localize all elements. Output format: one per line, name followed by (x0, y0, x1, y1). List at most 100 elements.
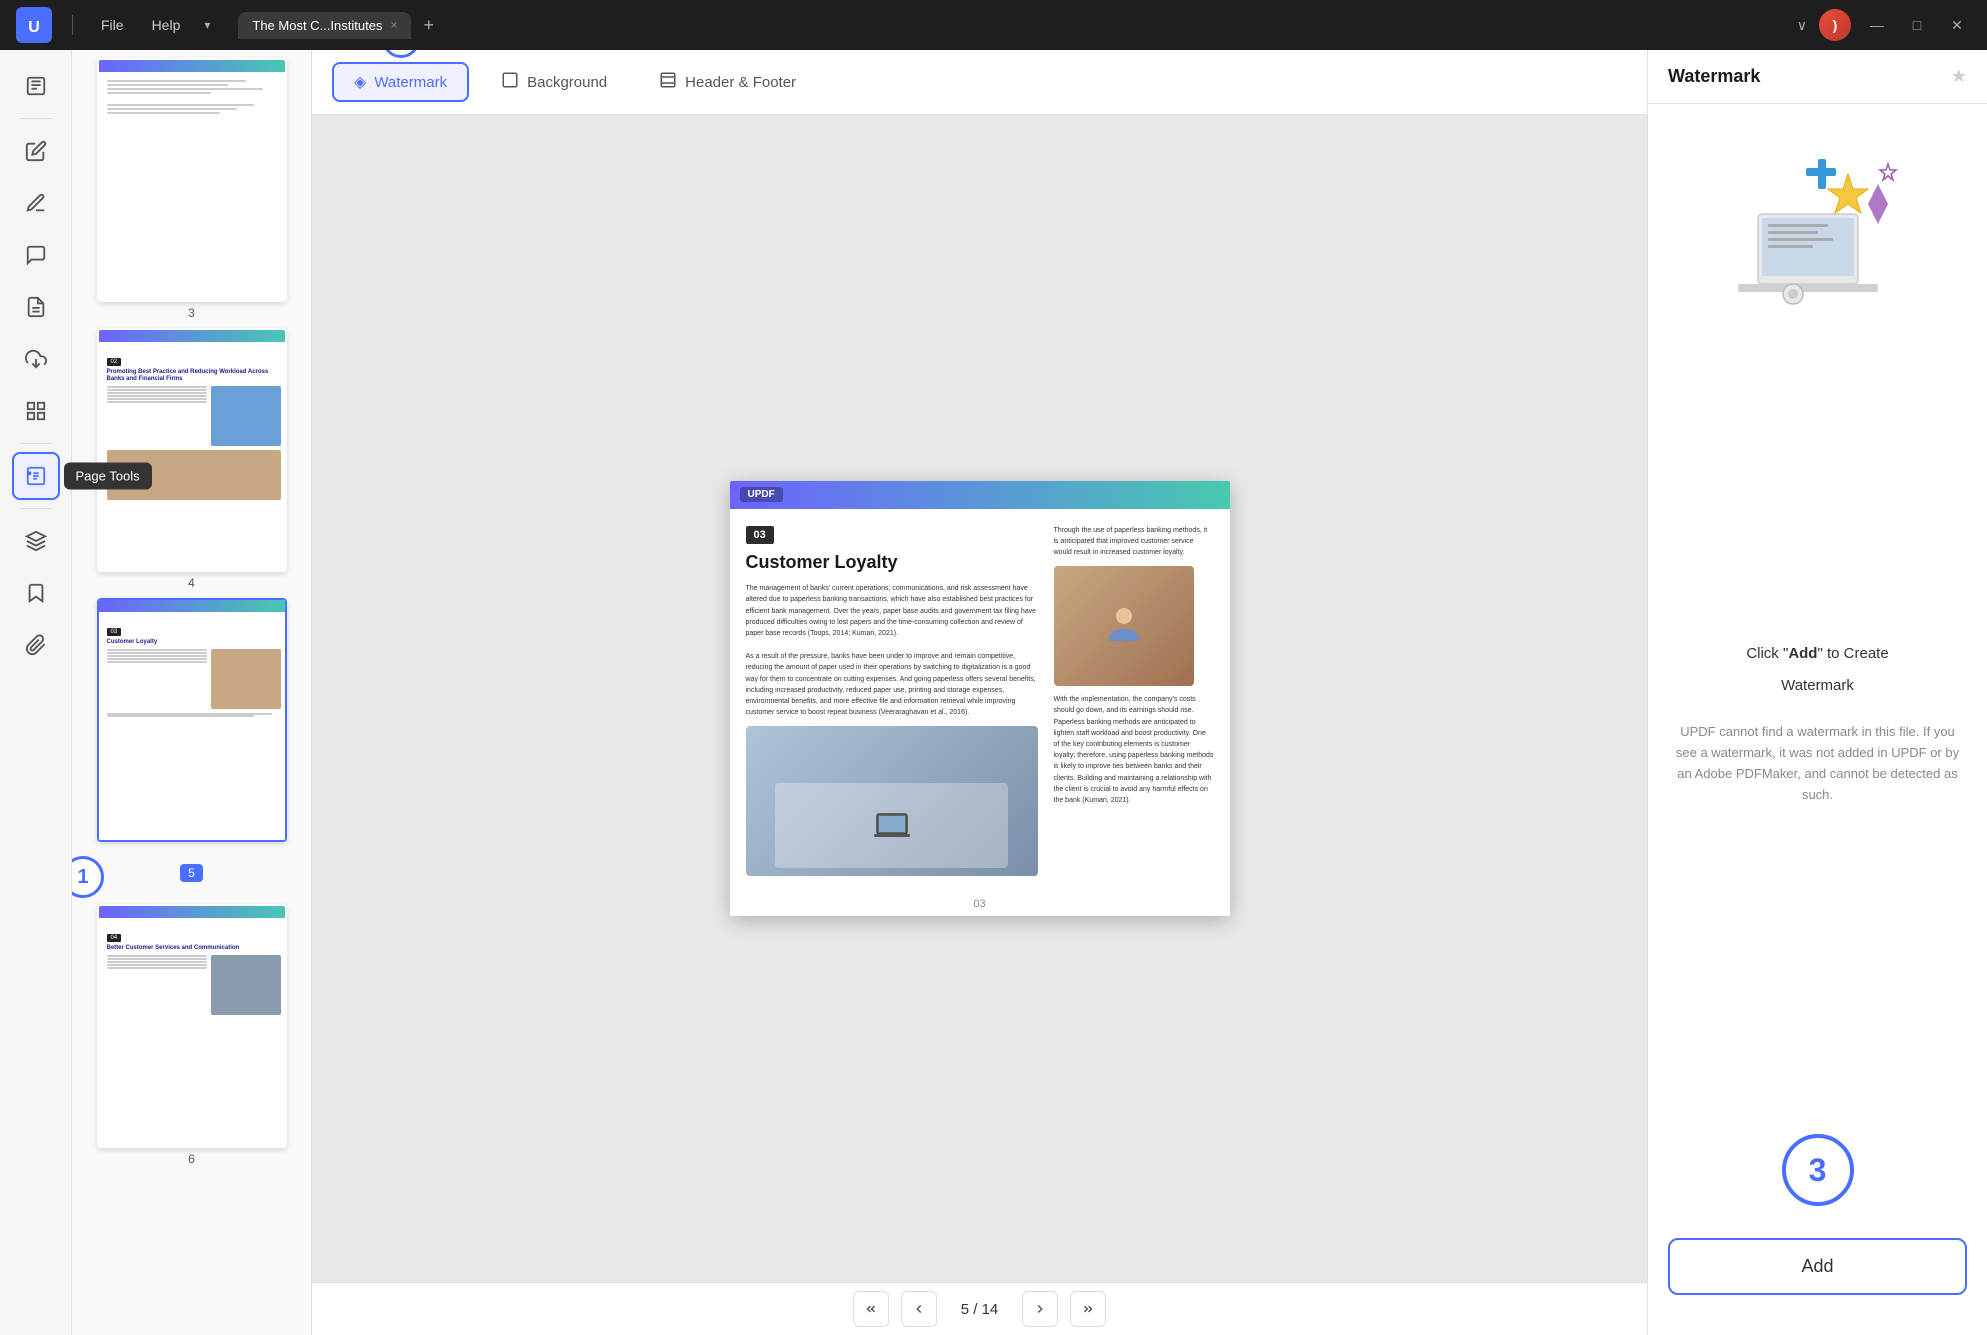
thumb-gradient-5 (99, 600, 287, 612)
thumb-line (107, 661, 207, 663)
titlebar: U File Help ▾ The Most C...Institutes × … (0, 0, 1987, 50)
sidebar-item-layers[interactable] (12, 517, 60, 565)
page-right-text-2: With the implementation, the company's c… (1054, 694, 1214, 806)
sidebar-item-bookmark[interactable] (12, 569, 60, 617)
nav-first-icon (864, 1302, 878, 1316)
thumb-frame-5: 03 Customer Loyalty (97, 598, 287, 842)
thumb-line (107, 649, 207, 651)
close-button[interactable]: ✕ (1943, 11, 1971, 39)
thumb-img-3 (99, 60, 287, 300)
thumb-img-5: 03 Customer Loyalty (99, 600, 287, 840)
thumb-col-text-6 (107, 955, 207, 1015)
document-view: UPDF 03 Customer Loyalty The management … (312, 115, 1647, 1282)
sidebar-item-comment[interactable] (12, 231, 60, 279)
sidebar-item-reader[interactable] (12, 62, 60, 110)
laptop-icon (872, 806, 912, 846)
toolbar: 2 ◈ Watermark Background Header & Footer (312, 50, 1647, 115)
thumb-line (107, 392, 207, 394)
menu-help[interactable]: Help (144, 13, 189, 37)
thumb-line (107, 955, 207, 957)
nav-next-icon (1033, 1302, 1047, 1316)
page-chapter-num: 03 (746, 526, 774, 544)
tab-container: The Most C...Institutes × + (238, 11, 1784, 40)
thumb-line (107, 958, 207, 960)
window-controls: ∨ ) — □ ✕ (1797, 9, 1971, 41)
dropdown-icon[interactable]: ∨ (1797, 17, 1807, 34)
thumb-title-4: Promoting Best Practice and Reducing Wor… (107, 369, 281, 383)
avatar[interactable]: ) (1819, 9, 1851, 41)
thumb-line (107, 961, 207, 963)
thumb-frame-3 (97, 58, 287, 302)
thumb-line (107, 104, 255, 106)
page-body-text-1: The management of banks' current operati… (746, 583, 1038, 639)
page-body: 03 Customer Loyalty The management of ba… (730, 509, 1230, 893)
thumb-body-5: 03 Customer Loyalty (99, 612, 287, 725)
background-icon (501, 71, 519, 93)
watermark-button[interactable]: ◈ Watermark (332, 62, 469, 102)
thumbnail-page-6[interactable]: 04 Better Customer Services and Communic… (80, 904, 303, 1166)
tab-add-button[interactable]: + (415, 11, 442, 40)
menu-file[interactable]: File (93, 13, 132, 37)
thumb-line (107, 715, 255, 717)
minimize-button[interactable]: — (1863, 11, 1891, 39)
sidebar-item-pages[interactable] (12, 283, 60, 331)
info-watermark-text: Watermark (1668, 674, 1967, 698)
thumb-badge-5: 5 (180, 864, 203, 882)
sidebar-item-page-tools[interactable] (12, 452, 60, 500)
page-footer-num: 03 (730, 892, 1230, 916)
step-circle-1: 1 (72, 856, 104, 898)
sidebar-item-annotate[interactable] (12, 179, 60, 227)
favorite-star-icon[interactable]: ★ (1951, 66, 1967, 87)
page-right-col: Through the use of paperless banking met… (1054, 525, 1214, 877)
watermark-label: Watermark (374, 74, 447, 91)
page-separator: / (973, 1301, 981, 1318)
thumbnail-panel: 3 02 Promoting Best Practice and Reducin… (72, 50, 312, 1335)
thumb-num-4: 02 (107, 358, 122, 366)
sidebar-item-export[interactable] (12, 335, 60, 383)
maximize-button[interactable]: □ (1903, 11, 1931, 39)
page-image-left (746, 726, 1038, 876)
page-indicator: 5 / 14 (949, 1301, 1011, 1318)
menu-dropdown-arrow[interactable]: ▾ (204, 18, 210, 32)
thumb-label-5: 5 (180, 866, 203, 880)
sidebar-item-edit[interactable] (12, 127, 60, 175)
thumb-label-4: 4 (188, 576, 195, 590)
page-container: UPDF 03 Customer Loyalty The management … (730, 481, 1230, 917)
nav-next-button[interactable] (1022, 1291, 1058, 1327)
page-spacer (746, 639, 1038, 651)
thumb-twocol-5 (107, 649, 281, 709)
thumb-line (107, 964, 207, 966)
nav-prev-button[interactable] (901, 1291, 937, 1327)
illustration-container (1718, 134, 1918, 334)
background-button[interactable]: Background (481, 63, 627, 101)
thumbnail-page-5[interactable]: 03 Customer Loyalty (80, 598, 303, 880)
thumb-frame-4: 02 Promoting Best Practice and Reducing … (97, 328, 287, 572)
info-sub-text: UPDF cannot find a watermark in this fil… (1668, 722, 1967, 805)
thumbnail-page-4[interactable]: 02 Promoting Best Practice and Reducing … (80, 328, 303, 590)
page-left-col: 03 Customer Loyalty The management of ba… (746, 525, 1038, 877)
app-logo: U (16, 7, 52, 43)
header-footer-button[interactable]: Header & Footer (639, 63, 816, 101)
tab-active[interactable]: The Most C...Institutes × (238, 12, 411, 39)
person-icon (1099, 601, 1149, 651)
thumbnail-page-3[interactable]: 3 (80, 58, 303, 320)
add-button[interactable]: Add (1668, 1238, 1967, 1295)
sidebar-item-attach[interactable] (12, 621, 60, 669)
thumb-spacer (107, 96, 281, 102)
thumb-twocol-4 (107, 386, 281, 446)
tab-close-button[interactable]: × (390, 18, 397, 32)
titlebar-divider (72, 15, 73, 35)
right-panel-content: Click "Add" to Create Watermark UPDF can… (1648, 104, 1987, 1335)
thumb-image-4 (211, 386, 281, 446)
nav-last-button[interactable] (1070, 1291, 1106, 1327)
thumb-image-6 (211, 955, 281, 1015)
nav-first-button[interactable] (853, 1291, 889, 1327)
navigation-bar: 5 / 14 (312, 1282, 1647, 1335)
page-logo: UPDF (740, 487, 783, 502)
thumb-line (107, 401, 207, 403)
sidebar-item-organize[interactable] (12, 387, 60, 435)
watermark-illustration (1718, 154, 1918, 314)
thumb-line (107, 108, 238, 110)
tab-title: The Most C...Institutes (252, 18, 382, 33)
thumb-line (107, 386, 207, 388)
